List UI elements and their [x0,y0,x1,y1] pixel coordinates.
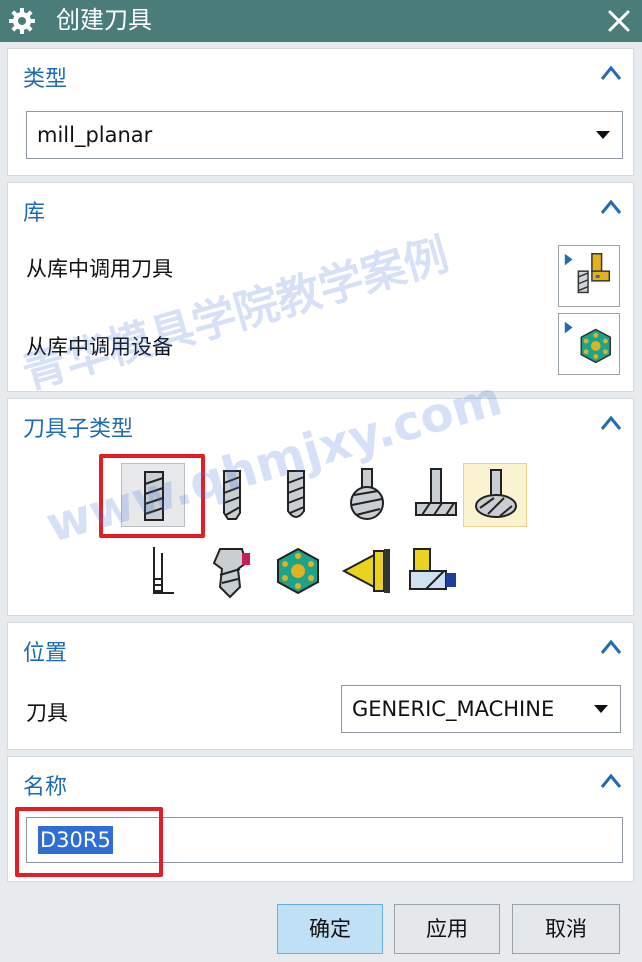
location-tool-dropdown[interactable]: GENERIC_MACHINE [341,685,621,733]
retrieve-device-label: 从库中调用设备 [26,335,173,359]
chevron-up-icon[interactable] [599,771,623,791]
chevron-up-icon[interactable] [599,63,623,83]
type-section: 类型 mill_planar [7,48,634,176]
carrier-icon [277,547,319,595]
tool-subtype-section: 刀具子类型 [7,398,634,616]
tool-mill-user-button[interactable] [198,539,262,603]
tool-t-cutter-button[interactable] [404,463,468,527]
tool-mcs-spindle-button[interactable] [336,539,400,603]
library-section: 库 从库中调用刀具 从库中调用设备 [7,182,634,392]
user-mill-icon [212,548,250,599]
title-bar: 创建刀具 [0,0,642,42]
gear-icon [9,8,35,34]
close-icon[interactable] [604,6,634,36]
library-section-header: 库 [23,201,46,226]
thread-mill-icon [153,547,174,594]
name-input[interactable]: D30R5 [26,817,623,863]
location-tool-dropdown-value: GENERIC_MACHINE [352,697,555,721]
location-tool-label: 刀具 [26,701,68,725]
head-icon [409,548,456,590]
name-section: 名称 D30R5 [7,756,634,882]
tool-chamfer-mill-button[interactable] [200,463,264,527]
location-section-header: 位置 [23,641,68,666]
retrieve-device-button[interactable] [558,313,620,375]
tool-thread-mill-button[interactable] [134,539,198,603]
library-tool-icon [564,253,611,294]
spindle-icon [341,549,390,593]
apply-button[interactable]: 应用 [394,904,500,954]
tool-barrel-cutter-button[interactable] [463,463,527,527]
location-section: 位置 刀具 GENERIC_MACHINE [7,622,634,750]
name-input-value: D30R5 [38,826,113,854]
tool-mill-button[interactable] [121,463,185,527]
type-dropdown-value: mill_planar [37,123,153,147]
ball-mill-icon [287,470,305,518]
tool-carrier-button[interactable] [266,539,330,603]
caret-down-icon [596,131,610,139]
tool-subtype-section-header: 刀具子类型 [23,417,134,442]
chamfer-mill-icon [223,470,241,520]
tool-spherical-mill-button[interactable] [334,463,398,527]
chevron-up-icon[interactable] [599,413,623,433]
window-title: 创建刀具 [56,6,152,34]
caret-down-icon [594,705,608,713]
retrieve-tool-label: 从库中调用刀具 [26,257,173,281]
type-section-header: 类型 [23,67,68,92]
type-dropdown[interactable]: mill_planar [26,111,623,159]
end-mill-icon [144,471,164,521]
ok-button[interactable]: 确定 [277,904,383,954]
spherical-mill-icon [350,468,384,520]
tool-head-button[interactable] [400,539,464,603]
name-section-header: 名称 [23,775,68,800]
retrieve-tool-button[interactable] [558,245,620,307]
t-cutter-icon [415,468,457,516]
barrel-cutter-icon [475,469,517,518]
cancel-button[interactable]: 取消 [512,904,620,954]
chevron-up-icon[interactable] [599,197,623,217]
chevron-up-icon[interactable] [599,637,623,657]
library-device-icon [564,321,612,364]
tool-ball-mill-button[interactable] [264,463,328,527]
